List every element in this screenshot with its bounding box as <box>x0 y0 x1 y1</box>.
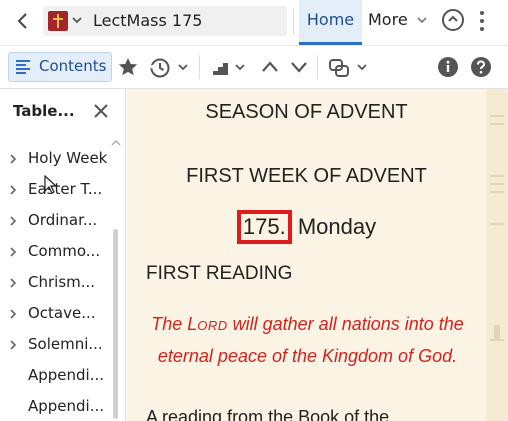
day-number-highlighted[interactable]: 175. <box>236 210 292 244</box>
toc-item-label: Appendi... <box>28 397 105 415</box>
toc-item[interactable]: Holy Week <box>0 145 112 173</box>
chevron-down-icon[interactable] <box>234 61 246 73</box>
toc-item[interactable]: Commo... <box>0 238 112 266</box>
reading-pane[interactable]: SEASON OF ADVENT FIRST WEEK OF ADVENT 17… <box>127 89 508 421</box>
book-cross-icon <box>48 11 68 31</box>
kebab-menu-icon[interactable] <box>478 8 488 34</box>
lord-initial: L <box>187 314 198 334</box>
book-title: LectMass 175 <box>93 11 203 30</box>
week-heading: FIRST WEEK OF ADVENT <box>186 165 427 187</box>
book-selector[interactable]: LectMass 175 <box>43 6 287 36</box>
toc-item-label: Easter T... <box>28 180 103 198</box>
info-icon[interactable] <box>437 56 459 78</box>
reading-heading: FIRST READING <box>146 263 293 284</box>
contents-button[interactable]: Contents <box>8 52 112 82</box>
star-icon[interactable] <box>117 56 139 78</box>
toc-item[interactable]: Appendi... <box>0 362 112 390</box>
mouse-cursor-icon <box>44 175 58 194</box>
contents-label: Contents <box>39 57 107 75</box>
chevron-down-icon[interactable] <box>356 61 368 73</box>
chevron-down-icon[interactable] <box>177 61 189 73</box>
toc-item[interactable]: Chrism... <box>0 269 112 297</box>
tab-home-label: Home <box>306 10 355 29</box>
top-bar: LectMass 175 Home More <box>0 0 508 45</box>
panel-title: Table... <box>13 102 75 120</box>
toc-item[interactable]: Ordinar... <box>0 207 112 235</box>
circle-up-icon[interactable] <box>442 9 464 31</box>
chevron-down-icon[interactable] <box>416 14 428 26</box>
divider <box>199 55 200 79</box>
chevron-left-icon <box>17 13 27 29</box>
toc-item-label: Chrism... <box>28 273 96 291</box>
toc-item[interactable]: Octave... <box>0 300 112 328</box>
link-icon[interactable] <box>327 56 351 80</box>
toc-item-label: Commo... <box>28 242 101 260</box>
chevron-right-icon[interactable] <box>8 184 18 196</box>
chevron-right-icon[interactable] <box>8 277 18 289</box>
toc-item[interactable]: Appendi... <box>0 393 112 421</box>
chevron-right-icon[interactable] <box>8 308 18 320</box>
stairs-icon[interactable] <box>210 56 232 78</box>
tab-home[interactable]: Home <box>299 0 362 45</box>
back-button[interactable] <box>10 8 36 34</box>
reading-intro-line: A reading from the Book of the <box>146 407 390 421</box>
antiphon-pre: The <box>151 314 188 334</box>
scroll-up-icon[interactable] <box>111 139 121 147</box>
scrollbar[interactable] <box>113 229 118 419</box>
chevron-down-icon <box>72 17 82 24</box>
toc-item-label: Octave... <box>28 304 96 322</box>
toc-item-label: Ordinar... <box>28 211 98 229</box>
chevron-right-icon[interactable] <box>8 215 18 227</box>
table-of-contents-panel: Table... Holy Week Easter T... Ordinar..… <box>0 89 126 421</box>
chevron-right-icon[interactable] <box>8 339 18 351</box>
day-name: Monday <box>297 214 377 239</box>
chevron-right-icon[interactable] <box>8 246 18 258</box>
tab-more[interactable]: More <box>368 10 408 29</box>
antiphon-text: The LORD will gather all nations into th… <box>137 309 478 371</box>
toc-item-label: Holy Week <box>28 149 108 167</box>
toc-item[interactable]: Solemni... <box>0 331 112 359</box>
chevron-up-icon[interactable] <box>260 58 280 76</box>
toolbar: Contents <box>0 45 508 89</box>
divider <box>293 9 294 35</box>
lord-small-caps: ORD <box>197 318 228 333</box>
list-icon <box>16 60 32 74</box>
toc-item-label: Appendi... <box>28 366 105 384</box>
chevron-down-icon[interactable] <box>289 58 309 76</box>
close-icon[interactable] <box>92 102 110 120</box>
toc-item-label: Solemni... <box>28 335 103 353</box>
day-heading: 175. Monday <box>127 210 486 244</box>
help-icon[interactable] <box>470 56 492 78</box>
divider <box>317 55 318 79</box>
chevron-right-icon[interactable] <box>8 153 18 165</box>
season-heading: SEASON OF ADVENT <box>205 101 408 123</box>
scroll-rail[interactable] <box>486 89 508 421</box>
history-icon[interactable] <box>148 56 172 80</box>
